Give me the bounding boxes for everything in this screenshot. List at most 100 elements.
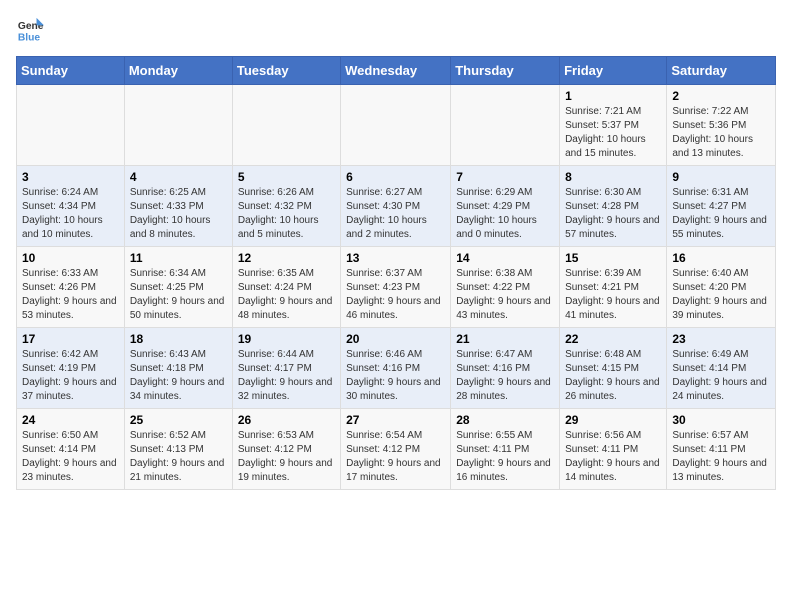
day-info: Sunrise: 6:56 AM Sunset: 4:11 PM Dayligh… bbox=[565, 429, 661, 485]
day-number: 13 bbox=[346, 251, 445, 265]
day-info: Sunrise: 6:47 AM Sunset: 4:16 PM Dayligh… bbox=[456, 348, 554, 404]
calendar-cell: 22 Sunrise: 6:48 AM Sunset: 4:15 PM Dayli… bbox=[560, 328, 667, 409]
calendar-cell: 23 Sunrise: 6:49 AM Sunset: 4:14 PM Dayli… bbox=[667, 328, 776, 409]
svg-text:Blue: Blue bbox=[18, 32, 41, 43]
calendar-cell: 27 Sunrise: 6:54 AM Sunset: 4:12 PM Dayli… bbox=[341, 409, 451, 490]
calendar-cell: 4 Sunrise: 6:25 AM Sunset: 4:33 PM Daylig… bbox=[124, 166, 232, 247]
day-number: 8 bbox=[565, 170, 661, 184]
calendar-cell: 28 Sunrise: 6:55 AM Sunset: 4:11 PM Dayli… bbox=[451, 409, 560, 490]
weekday-header-wednesday: Wednesday bbox=[341, 57, 451, 85]
day-info: Sunrise: 6:43 AM Sunset: 4:18 PM Dayligh… bbox=[130, 348, 227, 404]
day-number: 1 bbox=[565, 89, 661, 103]
day-info: Sunrise: 6:27 AM Sunset: 4:30 PM Dayligh… bbox=[346, 186, 445, 242]
day-number: 9 bbox=[672, 170, 770, 184]
day-info: Sunrise: 6:35 AM Sunset: 4:24 PM Dayligh… bbox=[238, 267, 335, 323]
day-number: 2 bbox=[672, 89, 770, 103]
calendar-cell: 9 Sunrise: 6:31 AM Sunset: 4:27 PM Daylig… bbox=[667, 166, 776, 247]
weekday-header-tuesday: Tuesday bbox=[232, 57, 340, 85]
day-number: 6 bbox=[346, 170, 445, 184]
day-number: 24 bbox=[22, 413, 119, 427]
day-number: 22 bbox=[565, 332, 661, 346]
calendar-cell: 16 Sunrise: 6:40 AM Sunset: 4:20 PM Dayli… bbox=[667, 247, 776, 328]
calendar-cell: 24 Sunrise: 6:50 AM Sunset: 4:14 PM Dayli… bbox=[17, 409, 125, 490]
day-number: 4 bbox=[130, 170, 227, 184]
calendar-cell: 19Sunrise: 6:44 AM Sunset: 4:17 PM Dayli… bbox=[232, 328, 340, 409]
day-info: Sunrise: 6:25 AM Sunset: 4:33 PM Dayligh… bbox=[130, 186, 227, 242]
day-info: Sunrise: 6:33 AM Sunset: 4:26 PM Dayligh… bbox=[22, 267, 119, 323]
day-info: Sunrise: 6:37 AM Sunset: 4:23 PM Dayligh… bbox=[346, 267, 445, 323]
calendar-cell: 2 Sunrise: 7:22 AM Sunset: 5:36 PM Daylig… bbox=[667, 85, 776, 166]
day-info: Sunrise: 6:38 AM Sunset: 4:22 PM Dayligh… bbox=[456, 267, 554, 323]
weekday-header-thursday: Thursday bbox=[451, 57, 560, 85]
calendar-cell: 11 Sunrise: 6:34 AM Sunset: 4:25 PM Dayli… bbox=[124, 247, 232, 328]
calendar-header: SundayMondayTuesdayWednesdayThursdayFrid… bbox=[17, 57, 776, 85]
day-number: 25 bbox=[130, 413, 227, 427]
day-number: 11 bbox=[130, 251, 227, 265]
day-info: Sunrise: 6:29 AM Sunset: 4:29 PM Dayligh… bbox=[456, 186, 554, 242]
calendar-cell: 5 Sunrise: 6:26 AM Sunset: 4:32 PM Daylig… bbox=[232, 166, 340, 247]
day-info: Sunrise: 6:48 AM Sunset: 4:15 PM Dayligh… bbox=[565, 348, 661, 404]
calendar-cell: 15 Sunrise: 6:39 AM Sunset: 4:21 PM Dayli… bbox=[560, 247, 667, 328]
day-info: Sunrise: 6:50 AM Sunset: 4:14 PM Dayligh… bbox=[22, 429, 119, 485]
day-info: Sunrise: 6:52 AM Sunset: 4:13 PM Dayligh… bbox=[130, 429, 227, 485]
header: General Blue bbox=[16, 16, 776, 44]
day-info: Sunrise: 6:46 AM Sunset: 4:16 PM Dayligh… bbox=[346, 348, 445, 404]
day-number: 12 bbox=[238, 251, 335, 265]
day-info: Sunrise: 6:54 AM Sunset: 4:12 PM Dayligh… bbox=[346, 429, 445, 485]
day-info: Sunrise: 6:30 AM Sunset: 4:28 PM Dayligh… bbox=[565, 186, 661, 242]
day-number: 23 bbox=[672, 332, 770, 346]
day-number: 7 bbox=[456, 170, 554, 184]
calendar-cell: 10 Sunrise: 6:33 AM Sunset: 4:26 PM Dayli… bbox=[17, 247, 125, 328]
day-info: Sunrise: 6:53 AM Sunset: 4:12 PM Dayligh… bbox=[238, 429, 335, 485]
calendar-cell: 1 Sunrise: 7:21 AM Sunset: 5:37 PM Daylig… bbox=[560, 85, 667, 166]
day-number: 14 bbox=[456, 251, 554, 265]
day-info: Sunrise: 6:44 AM Sunset: 4:17 PM Dayligh… bbox=[238, 348, 335, 404]
calendar-cell: 14 Sunrise: 6:38 AM Sunset: 4:22 PM Dayli… bbox=[451, 247, 560, 328]
weekday-header-saturday: Saturday bbox=[667, 57, 776, 85]
weekday-header-monday: Monday bbox=[124, 57, 232, 85]
day-info: Sunrise: 6:55 AM Sunset: 4:11 PM Dayligh… bbox=[456, 429, 554, 485]
weekday-header-friday: Friday bbox=[560, 57, 667, 85]
calendar-cell: 6 Sunrise: 6:27 AM Sunset: 4:30 PM Daylig… bbox=[341, 166, 451, 247]
calendar-cell: 7 Sunrise: 6:29 AM Sunset: 4:29 PM Daylig… bbox=[451, 166, 560, 247]
day-info: Sunrise: 6:39 AM Sunset: 4:21 PM Dayligh… bbox=[565, 267, 661, 323]
calendar-cell bbox=[451, 85, 560, 166]
day-number: 27 bbox=[346, 413, 445, 427]
day-number: 30 bbox=[672, 413, 770, 427]
day-number: 28 bbox=[456, 413, 554, 427]
day-info: Sunrise: 6:42 AM Sunset: 4:19 PM Dayligh… bbox=[22, 348, 119, 404]
day-number: 16 bbox=[672, 251, 770, 265]
day-info: Sunrise: 6:49 AM Sunset: 4:14 PM Dayligh… bbox=[672, 348, 770, 404]
calendar-cell: 29Sunrise: 6:56 AM Sunset: 4:11 PM Dayli… bbox=[560, 409, 667, 490]
calendar-cell bbox=[232, 85, 340, 166]
day-info: Sunrise: 6:24 AM Sunset: 4:34 PM Dayligh… bbox=[22, 186, 119, 242]
calendar-cell: 26 Sunrise: 6:53 AM Sunset: 4:12 PM Dayli… bbox=[232, 409, 340, 490]
day-number: 5 bbox=[238, 170, 335, 184]
weekday-header-sunday: Sunday bbox=[17, 57, 125, 85]
day-number: 26 bbox=[238, 413, 335, 427]
calendar-cell: 21 Sunrise: 6:47 AM Sunset: 4:16 PM Dayli… bbox=[451, 328, 560, 409]
calendar-cell: 30 Sunrise: 6:57 AM Sunset: 4:11 PM Dayli… bbox=[667, 409, 776, 490]
calendar-cell: 3 Sunrise: 6:24 AM Sunset: 4:34 PM Daylig… bbox=[17, 166, 125, 247]
day-number: 17 bbox=[22, 332, 119, 346]
day-number: 15 bbox=[565, 251, 661, 265]
calendar-cell: 8 Sunrise: 6:30 AM Sunset: 4:28 PM Daylig… bbox=[560, 166, 667, 247]
day-number: 10 bbox=[22, 251, 119, 265]
calendar-cell bbox=[17, 85, 125, 166]
day-info: Sunrise: 7:22 AM Sunset: 5:36 PM Dayligh… bbox=[672, 105, 770, 161]
day-info: Sunrise: 6:31 AM Sunset: 4:27 PM Dayligh… bbox=[672, 186, 770, 242]
calendar-cell: 25 Sunrise: 6:52 AM Sunset: 4:13 PM Dayli… bbox=[124, 409, 232, 490]
day-info: Sunrise: 6:34 AM Sunset: 4:25 PM Dayligh… bbox=[130, 267, 227, 323]
calendar-cell: 17 Sunrise: 6:42 AM Sunset: 4:19 PM Dayli… bbox=[17, 328, 125, 409]
calendar-cell: 18Sunrise: 6:43 AM Sunset: 4:18 PM Dayli… bbox=[124, 328, 232, 409]
day-info: Sunrise: 6:57 AM Sunset: 4:11 PM Dayligh… bbox=[672, 429, 770, 485]
day-number: 3 bbox=[22, 170, 119, 184]
day-number: 20 bbox=[346, 332, 445, 346]
day-info: Sunrise: 6:26 AM Sunset: 4:32 PM Dayligh… bbox=[238, 186, 335, 242]
calendar-cell: 12 Sunrise: 6:35 AM Sunset: 4:24 PM Dayli… bbox=[232, 247, 340, 328]
logo: General Blue bbox=[16, 16, 48, 44]
day-number: 21 bbox=[456, 332, 554, 346]
calendar: SundayMondayTuesdayWednesdayThursdayFrid… bbox=[16, 56, 776, 490]
day-info: Sunrise: 6:40 AM Sunset: 4:20 PM Dayligh… bbox=[672, 267, 770, 323]
day-info: Sunrise: 7:21 AM Sunset: 5:37 PM Dayligh… bbox=[565, 105, 661, 161]
